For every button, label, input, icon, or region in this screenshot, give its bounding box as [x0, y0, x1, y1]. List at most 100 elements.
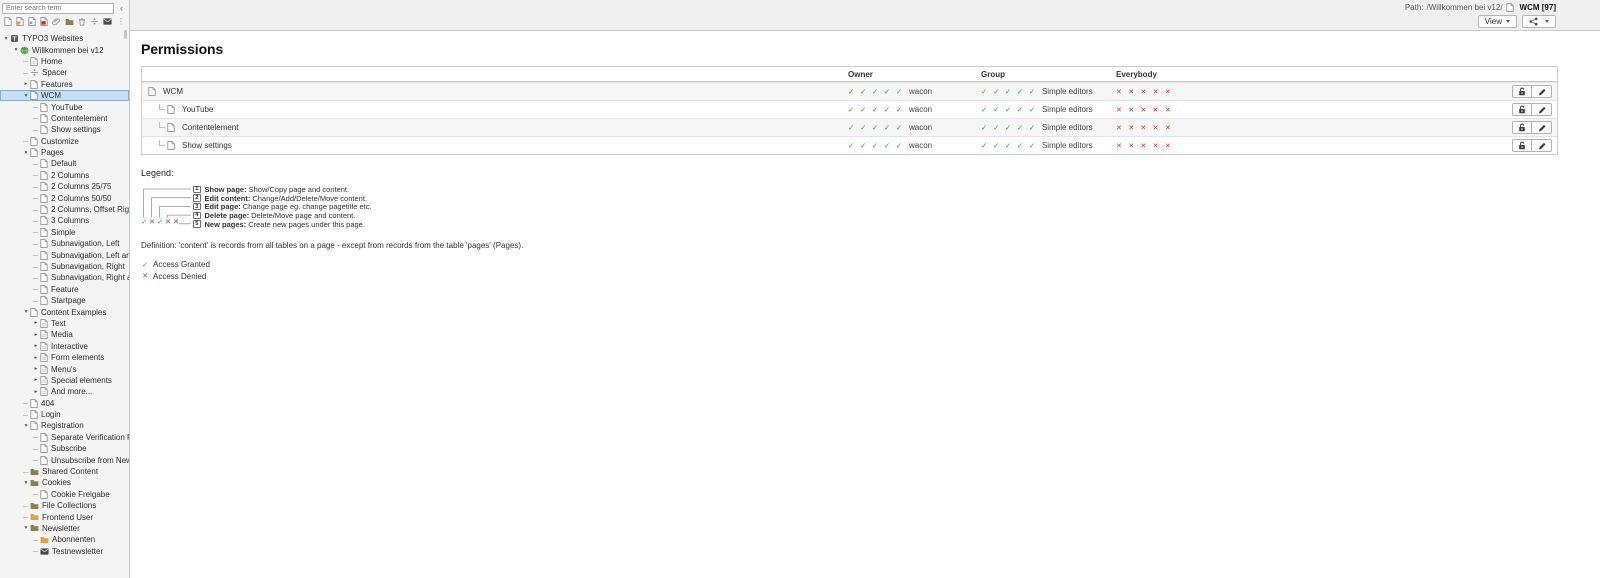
tree-item-form-elements[interactable]: ▸ Form elements: [0, 352, 129, 363]
chevron-right-icon[interactable]: ▸: [32, 332, 40, 338]
path-value: /Willkommen bei v12/: [1426, 3, 1503, 12]
tree-scrollbar[interactable]: [124, 30, 127, 39]
tree-item-typo3-websites[interactable]: ▾ TYPO3 Websites: [0, 33, 129, 44]
page-icon: [30, 307, 38, 317]
tree-item-cookie-freigabe[interactable]: Cookie Freigabe: [0, 489, 129, 500]
tree-item-home[interactable]: Home: [0, 56, 129, 67]
toggle-edit-lock-button[interactable]: [1512, 103, 1532, 116]
chevron-right-icon[interactable]: ▸: [32, 377, 40, 383]
collapse-tree-icon[interactable]: ‹: [116, 3, 127, 14]
tree-item-newsletter[interactable]: ▾ Newsletter: [0, 523, 129, 534]
tree-item-2-columns[interactable]: 2 Columns: [0, 170, 129, 181]
edit-permissions-button[interactable]: [1532, 139, 1552, 152]
edit-permissions-button[interactable]: [1532, 103, 1552, 116]
tree-item-2-columns-offset-right[interactable]: 2 Columns, Offset Right: [0, 204, 129, 215]
tree-item-content-examples[interactable]: ▾ Content Examples: [0, 306, 129, 317]
chevron-down-icon[interactable]: ▾: [22, 480, 30, 486]
chevron-right-icon[interactable]: ▸: [32, 343, 40, 349]
tree-item-subscribe[interactable]: Subscribe: [0, 443, 129, 454]
chevron-down-icon[interactable]: ▾: [2, 36, 10, 42]
tree-item-label: 3 Columns: [51, 216, 90, 226]
tree-item-abonnenten[interactable]: Abonnenten: [0, 534, 129, 545]
tree-item-contentelement[interactable]: Contentelement: [0, 113, 129, 124]
page-module-toolbar-button[interactable]: [28, 17, 36, 26]
tree-item-separate-verification-page[interactable]: Separate Verification Page: [0, 432, 129, 443]
tree-item-404[interactable]: 404: [0, 398, 129, 409]
tree-item-cookies[interactable]: ▾ Cookies: [0, 477, 129, 488]
tree-item-spacer[interactable]: Spacer: [0, 67, 129, 78]
tree-item-subnavigation-right[interactable]: Subnavigation, Right: [0, 261, 129, 272]
search-input[interactable]: [2, 3, 114, 14]
view-button[interactable]: View: [1477, 15, 1517, 28]
tree-item-default[interactable]: Default: [0, 158, 129, 169]
tree-item-label: Customize: [41, 136, 79, 146]
chevron-down-icon[interactable]: ▾: [22, 525, 30, 531]
divider-toolbar-button[interactable]: [90, 17, 99, 26]
tree-item-testnewsletter[interactable]: Testnewsletter: [0, 546, 129, 557]
tree-item-subnavigation-right-and-2-co[interactable]: Subnavigation, Right and 2 Co: [0, 272, 129, 283]
page-user-toolbar-button[interactable]: [16, 17, 24, 26]
edit-permissions-button[interactable]: [1532, 121, 1552, 134]
tree-item-subnavigation-left-and-2-colu[interactable]: Subnavigation, Left and 2 Colu: [0, 249, 129, 260]
tree-item-2-columns-25-75[interactable]: 2 Columns 25/75: [0, 181, 129, 192]
folder-toolbar-button[interactable]: [65, 18, 74, 26]
chevron-down-icon[interactable]: ▾: [12, 47, 20, 53]
chevron-right-icon[interactable]: ▸: [32, 389, 40, 395]
chevron-right-icon[interactable]: ▸: [22, 81, 30, 87]
tree-item-youtube[interactable]: YouTube: [0, 101, 129, 112]
chevron-right-icon[interactable]: ▸: [32, 366, 40, 372]
tree-item-text[interactable]: ▸ Text: [0, 318, 129, 329]
tree-item-customize[interactable]: Customize: [0, 136, 129, 147]
page-icon: [40, 239, 48, 249]
toggle-edit-lock-button[interactable]: [1512, 121, 1532, 134]
tree-item-feature[interactable]: Feature: [0, 284, 129, 295]
page-icon: [30, 421, 38, 431]
tree-item-interactive[interactable]: ▸ Interactive: [0, 341, 129, 352]
tree-item-label: Startpage: [51, 296, 86, 306]
toggle-edit-lock-button[interactable]: [1512, 85, 1532, 98]
tree-item-menu-s[interactable]: ▸ Menu's: [0, 363, 129, 374]
chevron-right-icon[interactable]: ▸: [32, 320, 40, 326]
share-button[interactable]: [1522, 15, 1556, 28]
tree-item-pages[interactable]: ▾ Pages: [0, 147, 129, 158]
tree-item-wcm[interactable]: ▾ WCM: [0, 89, 129, 102]
new-page-toolbar-button[interactable]: [4, 17, 12, 26]
tree-item-2-columns-50-50[interactable]: 2 Columns 50/50: [0, 192, 129, 203]
owner-permissions: ✓ ✓ ✓ ✓ ✓: [848, 105, 904, 114]
tree-item-registration[interactable]: ▾ Registration: [0, 420, 129, 431]
toggle-edit-lock-button[interactable]: [1512, 139, 1532, 152]
check-icon: ✓: [141, 219, 147, 226]
tree-item-file-collections[interactable]: File Collections: [0, 500, 129, 511]
tree-item-willkommen-bei-v12[interactable]: ▾ Willkommen bei v12: [0, 44, 129, 55]
access-granted-label: Access Granted: [153, 260, 210, 269]
chevron-down-icon[interactable]: ▾: [22, 93, 30, 99]
tree-item-login[interactable]: Login: [0, 409, 129, 420]
page-icon: [167, 141, 175, 150]
chevron-right-icon[interactable]: ▸: [32, 355, 40, 361]
mail-toolbar-button[interactable]: [103, 18, 112, 25]
tree-item-label: Separate Verification Page: [51, 432, 129, 442]
tree-item-features[interactable]: ▸ Features: [0, 79, 129, 90]
tree-item-media[interactable]: ▸ Media: [0, 329, 129, 340]
tree-item-simple[interactable]: Simple: [0, 227, 129, 238]
tree-item-special-elements[interactable]: ▸ Special elements: [0, 375, 129, 386]
edit-permissions-button[interactable]: [1532, 85, 1552, 98]
tree-item-unsubscribe-from-newsletter[interactable]: Unsubscribe from Newsletter: [0, 454, 129, 465]
chevron-down-icon[interactable]: ▾: [22, 423, 30, 429]
tree-search-row: ‹: [0, 0, 129, 15]
tree-item-subnavigation-left[interactable]: Subnavigation, Left: [0, 238, 129, 249]
tree-item-and-more[interactable]: ▸ And more...: [0, 386, 129, 397]
chevron-down-icon[interactable]: ▾: [22, 309, 30, 315]
link-toolbar-button[interactable]: [52, 17, 61, 26]
tree-item-shared-content[interactable]: Shared Content: [0, 466, 129, 477]
recycler-toolbar-button[interactable]: [40, 17, 48, 26]
tree-item-show-settings[interactable]: Show settings: [0, 124, 129, 135]
trash-toolbar-button[interactable]: [78, 17, 86, 26]
tree-item-frontend-user[interactable]: Frontend User: [0, 511, 129, 522]
chevron-down-icon[interactable]: ▾: [22, 150, 30, 156]
more-vertical-icon[interactable]: ⋮: [117, 17, 125, 26]
tree-item-3-columns[interactable]: 3 Columns: [0, 215, 129, 226]
everybody-permissions: ✕ ✕ ✕ ✕ ✕: [1116, 142, 1173, 150]
tree-item-startpage[interactable]: Startpage: [0, 295, 129, 306]
page-icon: [40, 262, 48, 271]
